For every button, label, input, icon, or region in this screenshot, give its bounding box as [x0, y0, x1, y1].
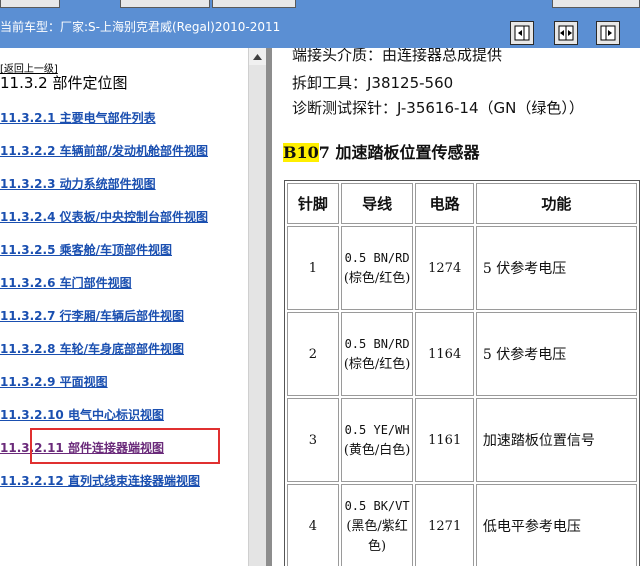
pin-cell: 4 [287, 484, 339, 566]
wire-color: (棕色/红色) [343, 356, 411, 372]
left-pane-button[interactable] [510, 21, 534, 45]
wire-cell: 0.5 BN/RD (棕色/红色) [340, 226, 414, 310]
wire-color: (黑色/紫红色) [346, 518, 408, 554]
top-tab-strip [0, 0, 640, 10]
component-heading: B107 加速踏板位置传感器 [283, 139, 480, 163]
circuit-cell: 1161 [415, 398, 474, 482]
nav-link-11-3-2-5[interactable]: 11.3.2.5 乘客舱/车顶部件视图 [0, 241, 172, 258]
wire-code: 0.5 YE/WH [344, 422, 410, 437]
nav-link-11-3-2-3[interactable]: 11.3.2.3 动力系统部件视图 [0, 175, 156, 192]
circuit-cell: 1164 [415, 312, 474, 396]
pane-right-icon [600, 25, 616, 41]
nav-link-11-3-2-7[interactable]: 11.3.2.7 行李厢/车辆后部件视图 [0, 307, 184, 324]
function-cell: 5 伏参考电压 [475, 312, 637, 396]
right-pane-button[interactable] [596, 21, 620, 45]
vehicle-label: 当前车型：厂家:S-上海别克君威(Regal)2010-2011 [0, 20, 281, 34]
column-header-function: 功能 [475, 183, 637, 224]
table-row: 4 0.5 BK/VT (黑色/紫红色) 1271 低电平参考电压 [287, 484, 637, 566]
pane-left-icon [514, 25, 530, 41]
section-title: 11.3.2 部件定位图 [0, 74, 128, 92]
table-header-row: 针脚 导线 电路 功能 [287, 183, 637, 224]
circuit-cell: 1274 [415, 226, 474, 310]
function-cell: 加速踏板位置信号 [475, 398, 637, 482]
pin-cell: 3 [287, 398, 339, 482]
table-row: 2 0.5 BN/RD (棕色/红色) 1164 5 伏参考电压 [287, 312, 637, 396]
scroll-up-button[interactable] [249, 48, 266, 65]
column-header-wire: 导线 [340, 183, 414, 224]
top-tab[interactable] [212, 0, 296, 8]
split-pane-button[interactable] [554, 21, 578, 45]
nav-link-11-3-2-8[interactable]: 11.3.2.8 车轮/车身底部部件视图 [0, 340, 184, 357]
component-code-highlight: B10 [283, 143, 319, 162]
removal-tool-line: 拆卸工具：J38125-560 [292, 74, 454, 92]
nav-link-11-3-2-4[interactable]: 11.3.2.4 仪表板/中央控制台部件视图 [0, 208, 208, 225]
function-cell: 5 伏参考电压 [475, 226, 637, 310]
column-header-pin: 针脚 [287, 183, 339, 224]
wire-code: 0.5 BN/RD [344, 336, 410, 351]
circuit-cell: 1271 [415, 484, 474, 566]
top-tab[interactable] [0, 0, 60, 8]
wire-color: (黄色/白色) [343, 442, 411, 458]
nav-link-11-3-2-10[interactable]: 11.3.2.10 电气中心标识视图 [0, 406, 164, 423]
wire-cell: 0.5 BK/VT (黑色/紫红色) [340, 484, 414, 566]
table-row: 1 0.5 BN/RD (棕色/红色) 1274 5 伏参考电压 [287, 226, 637, 310]
table-row: 3 0.5 YE/WH (黄色/白色) 1161 加速踏板位置信号 [287, 398, 637, 482]
nav-link-11-3-2-2[interactable]: 11.3.2.2 车辆前部/发动机舱部件视图 [0, 142, 208, 159]
wire-cell: 0.5 BN/RD (棕色/红色) [340, 312, 414, 396]
nav-pane: [返回上一级] 11.3.2 部件定位图 11.3.2.1 主要电气部件列表 1… [0, 48, 248, 566]
pin-table: 针脚 导线 电路 功能 1 0.5 BN/RD (棕色/红色) 1274 5 伏参… [284, 180, 640, 566]
wire-color: (棕色/红色) [343, 270, 411, 286]
selection-highlight-box [30, 428, 220, 464]
diagnostic-probe-line: 诊断测试探针：J-35616-14（GN（绿色）） [292, 99, 584, 117]
wire-code: 0.5 BN/RD [344, 250, 410, 265]
chevron-up-icon [253, 53, 262, 60]
nav-link-11-3-2-12[interactable]: 11.3.2.12 直列式线束连接器端视图 [0, 472, 200, 489]
function-cell: 低电平参考电压 [475, 484, 637, 566]
content-pane: 端接头介质：由连接器总成提供 拆卸工具：J38125-560 诊断测试探针：J-… [272, 48, 640, 566]
component-heading-text: 7 加速踏板位置传感器 [318, 143, 480, 162]
pin-cell: 1 [287, 226, 339, 310]
wire-code: 0.5 BK/VT [344, 498, 410, 513]
column-header-circuit: 电路 [415, 183, 474, 224]
pane-split-icon [558, 25, 574, 41]
header-bar: 当前车型：厂家:S-上海别克君威(Regal)2010-2011 [0, 10, 640, 48]
wire-cell: 0.5 YE/WH (黄色/白色) [340, 398, 414, 482]
top-tab[interactable] [552, 0, 640, 8]
nav-link-11-3-2-9[interactable]: 11.3.2.9 平面视图 [0, 373, 108, 390]
top-tab[interactable] [120, 0, 210, 8]
nav-link-11-3-2-6[interactable]: 11.3.2.6 车门部件视图 [0, 274, 132, 291]
nav-scrollbar[interactable] [248, 48, 266, 566]
clipped-text-line: 端接头介质：由连接器总成提供 [292, 48, 503, 64]
nav-link-11-3-2-1[interactable]: 11.3.2.1 主要电气部件列表 [0, 109, 156, 126]
pin-cell: 2 [287, 312, 339, 396]
